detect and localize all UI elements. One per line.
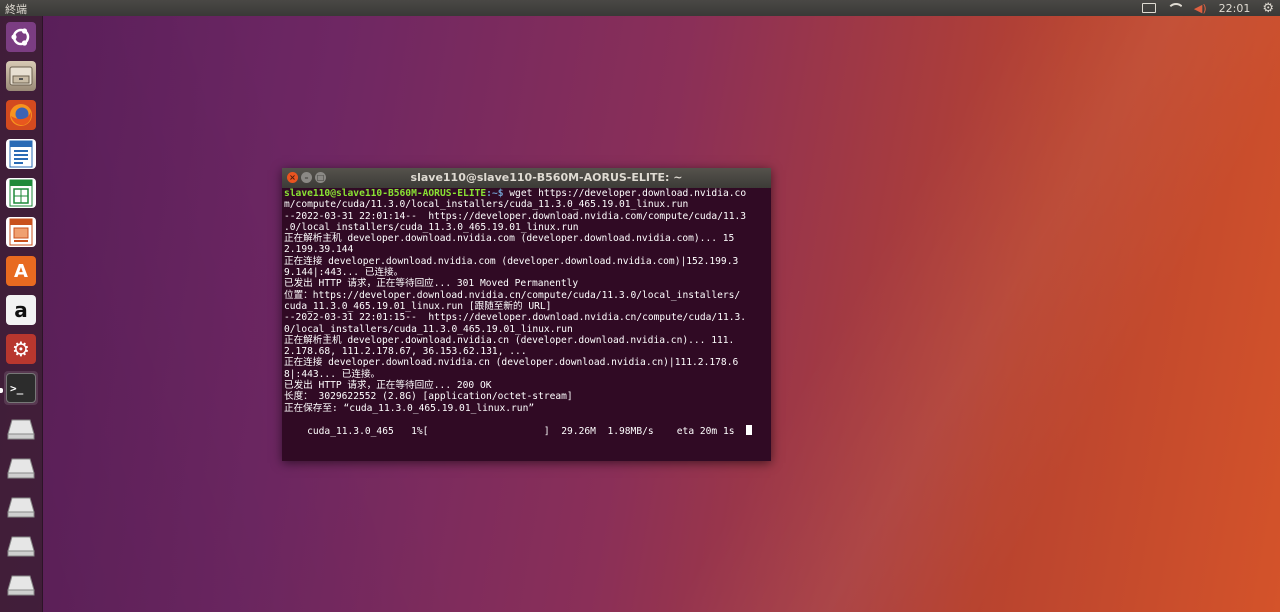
output-line: 已发出 HTTP 请求，正在等待回应... 200 OK	[284, 380, 492, 392]
prompt-user: slave110@slave110-B560M-AORUS-ELITE	[284, 188, 487, 199]
drive-button-4[interactable]	[4, 529, 38, 563]
drive-button-3[interactable]	[4, 490, 38, 524]
firefox-button[interactable]	[4, 98, 38, 132]
calc-button[interactable]	[4, 176, 38, 210]
output-line: 8|:443... 已连接。	[284, 368, 381, 380]
amazon-icon: a	[6, 295, 36, 325]
output-line: 2.178.68, 111.2.178.67, 36.153.62.131, .…	[284, 346, 527, 358]
terminal-output[interactable]: slave110@slave110-B560M-AORUS-ELITE:~$ w…	[284, 188, 768, 460]
terminal-cursor	[746, 425, 753, 436]
output-line: 位置：https://developer.download.nvidia.cn/…	[284, 289, 741, 301]
gear-icon[interactable]: ⚙	[1262, 1, 1274, 16]
output-line: cuda_11.3.0_465.19.01_linux.run [跟随至新的 U…	[284, 300, 552, 312]
impress-button[interactable]	[4, 215, 38, 249]
active-app-title: 終端	[5, 3, 27, 16]
terminal-titlebar[interactable]: × – □ slave110@slave110-B560M-AORUS-ELIT…	[282, 168, 771, 188]
system-settings-button[interactable]: ⚙	[4, 332, 38, 366]
clock[interactable]: 22:01	[1219, 2, 1251, 15]
volume-muted-icon[interactable]: ◀)	[1194, 2, 1207, 15]
drive-icon	[6, 492, 36, 522]
output-line: 正在连接 developer.download.nvidia.cn (devel…	[284, 357, 739, 369]
keyboard-icon[interactable]	[1141, 3, 1156, 13]
terminal-title: slave110@slave110-B560M-AORUS-ELITE: ~	[410, 171, 683, 184]
amazon-button[interactable]: a	[4, 293, 38, 327]
ubuntu-logo-icon	[6, 22, 36, 52]
top-panel: 終端 ◀) 22:01 ⚙	[0, 0, 1280, 16]
terminal-icon: >_	[6, 373, 36, 403]
drive-button-1[interactable]	[4, 412, 38, 446]
drive-icon	[6, 531, 36, 561]
drive-button-5[interactable]	[4, 568, 38, 602]
terminal-button[interactable]: >_	[4, 371, 38, 405]
firefox-icon	[6, 100, 36, 130]
output-lines: m/compute/cuda/11.3.0/local_installers/c…	[284, 199, 768, 425]
software-center-icon: A	[6, 256, 36, 286]
output-line: 2.199.39.144	[284, 244, 354, 256]
terminal-window[interactable]: × – □ slave110@slave110-B560M-AORUS-ELIT…	[282, 168, 771, 461]
files-button[interactable]	[4, 59, 38, 93]
launcher-running-pip	[0, 388, 3, 393]
output-line: 正在解析主机 developer.download.nvidia.cn (dev…	[284, 334, 735, 346]
wifi-icon[interactable]	[1167, 3, 1182, 13]
output-line: 已发出 HTTP 请求，正在等待回应... 301 Moved Permanen…	[284, 278, 579, 290]
output-line: --2022-03-31 22:01:14-- https://develope…	[284, 210, 747, 222]
ubuntu-dash-button[interactable]	[4, 20, 38, 54]
output-line: 正在保存至: “cuda_11.3.0_465.19.01_linux.run”	[284, 402, 535, 414]
impress-presentation-icon	[6, 217, 36, 247]
download-progress-line: cuda_11.3.0_465 1%[ ] 29.26M 1.98MB/s et…	[284, 426, 747, 438]
output-line: 9.144|:443... 已连接。	[284, 267, 404, 279]
file-cabinet-icon	[6, 61, 36, 91]
drive-icon	[6, 414, 36, 444]
settings-tools-icon: ⚙	[6, 334, 36, 364]
output-line: 正在连接 developer.download.nvidia.com (deve…	[284, 255, 739, 267]
drive-icon	[6, 570, 36, 600]
software-center-button[interactable]: A	[4, 254, 38, 288]
prompt-path: :~$	[486, 188, 504, 199]
drive-icon	[6, 453, 36, 483]
writer-document-icon	[6, 139, 36, 169]
output-line: 0/local_installers/cuda_11.3.0_465.19.01…	[284, 323, 573, 335]
launcher: A a ⚙ >_	[0, 16, 43, 612]
drive-button-2[interactable]	[4, 451, 38, 485]
output-line: 长度： 3029622552 (2.8G) [application/octet…	[284, 391, 573, 403]
indicator-area: ◀) 22:01 ⚙	[1141, 0, 1274, 16]
output-line: 正在解析主机 developer.download.nvidia.com (de…	[284, 233, 735, 245]
calc-spreadsheet-icon	[6, 178, 36, 208]
command-text: wget https://developer.download.nvidia.c…	[503, 188, 747, 199]
output-line: .0/local_installers/cuda_11.3.0_465.19.0…	[284, 221, 579, 233]
output-line: --2022-03-31 22:01:15-- https://develope…	[284, 312, 747, 324]
writer-button[interactable]	[4, 137, 38, 171]
output-line: m/compute/cuda/11.3.0/local_installers/c…	[284, 199, 689, 211]
